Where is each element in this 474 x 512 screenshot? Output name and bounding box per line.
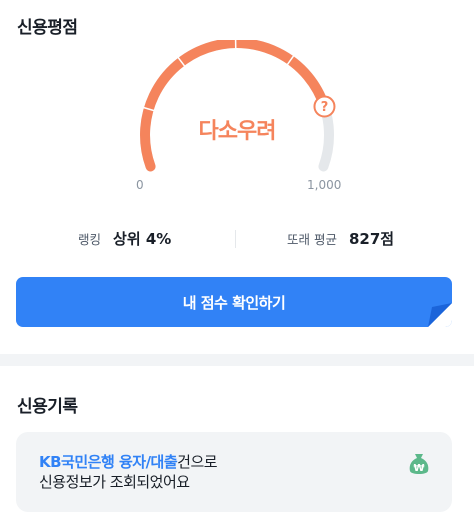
record-text-rest: 건으로 xyxy=(177,453,217,471)
peer-average-stat: 또래 평균 827점 xyxy=(287,228,394,249)
rank-stat: 랭킹 상위 4% xyxy=(78,228,171,249)
rank-label: 랭킹 xyxy=(78,229,101,248)
gauge-track xyxy=(145,43,329,166)
credit-status-text: 다소우려 xyxy=(0,113,474,145)
credit-record-card[interactable]: KB국민은행 융자/대출건으로 신용정보가 조회되었어요 ₩ xyxy=(16,432,452,512)
peer-average-label: 또래 평균 xyxy=(287,229,337,248)
record-lender: KB국민은행 융자/대출 xyxy=(39,453,177,471)
check-my-score-label: 내 점수 확인하기 xyxy=(183,294,286,312)
peer-average-value: 827점 xyxy=(349,228,394,249)
gauge-min-label: 0 xyxy=(136,178,144,192)
check-my-score-button[interactable]: 내 점수 확인하기 xyxy=(16,277,452,327)
credit-record-text: KB국민은행 융자/대출건으로 신용정보가 조회되었어요 xyxy=(39,452,217,492)
money-bag-icon: ₩ xyxy=(406,451,432,477)
stat-divider xyxy=(235,230,236,248)
svg-text:₩: ₩ xyxy=(413,463,424,474)
score-stats-row: 랭킹 상위 4% 또래 평균 827점 xyxy=(0,228,474,252)
section-divider xyxy=(0,354,474,366)
score-section-title: 신용평점 xyxy=(17,13,78,38)
history-section-title: 신용기록 xyxy=(17,392,78,417)
rank-value: 상위 4% xyxy=(113,228,171,249)
gauge-max-label: 1,000 xyxy=(307,178,341,192)
page-curl-icon xyxy=(428,303,452,327)
record-line-2: 신용정보가 조회되었어요 xyxy=(39,473,190,491)
gauge-fill xyxy=(145,43,324,166)
